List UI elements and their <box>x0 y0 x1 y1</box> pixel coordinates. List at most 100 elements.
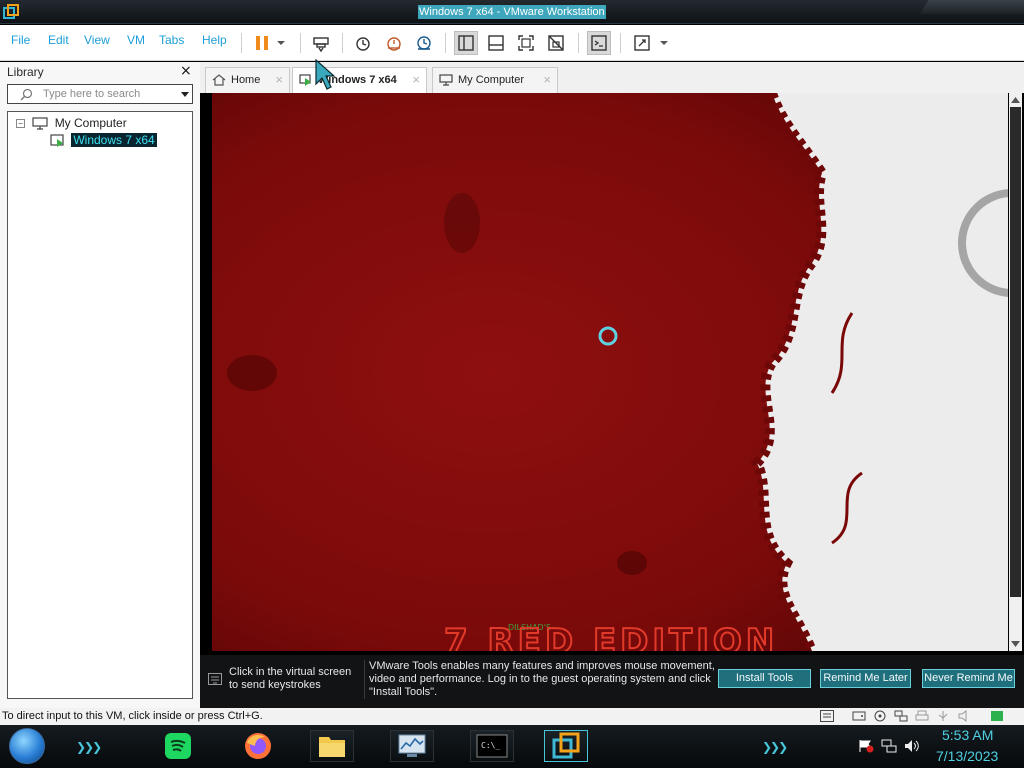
toolbar: File Edit View VM Tabs Help <box>0 25 1024 61</box>
toolbar-separator <box>342 33 343 53</box>
library-search-input[interactable]: Type here to search <box>7 84 193 104</box>
toolbar-separator <box>241 33 242 53</box>
search-placeholder: Type here to search <box>43 88 141 100</box>
status-bar: To direct input to this VM, click inside… <box>0 708 1024 725</box>
remind-me-later-button[interactable]: Remind Me Later <box>820 669 911 688</box>
console-view-button[interactable] <box>587 31 611 55</box>
scrollbar-thumb[interactable] <box>1010 107 1021 597</box>
install-tools-button[interactable]: Install Tools <box>718 669 811 688</box>
network-adapter-icon[interactable] <box>894 710 908 722</box>
toolbar-separator <box>578 33 579 53</box>
vm-running-icon <box>299 74 311 86</box>
message-log-icon[interactable] <box>990 710 1004 722</box>
tab-my-computer[interactable]: My Computer × <box>432 67 558 93</box>
toolbar-separator <box>445 33 446 53</box>
vmware-workstation-icon <box>552 732 580 759</box>
tree-label: Windows 7 x64 <box>71 133 157 147</box>
power-dropdown-button[interactable] <box>272 31 290 55</box>
taskbar-app-file-explorer[interactable] <box>310 730 354 762</box>
tab-windows-7-x64[interactable]: Windows 7 x64 × <box>292 67 427 93</box>
mouse-cursor-icon <box>315 59 336 90</box>
tab-label: My Computer <box>458 74 525 86</box>
toolbar-separator <box>620 33 621 53</box>
library-close-button[interactable]: × <box>180 63 192 79</box>
window-controls[interactable] <box>920 0 1024 14</box>
library-tree: − My Computer Windows 7 x64 <box>7 111 193 699</box>
tab-label: Home <box>231 74 261 86</box>
send-ctrl-alt-del-button[interactable] <box>309 31 333 55</box>
taskbar-decoration: ❯❯❯ <box>76 740 102 754</box>
hard-disk-icon[interactable] <box>852 710 866 722</box>
toolbar-separator <box>300 33 301 53</box>
menu-view[interactable]: View <box>84 33 110 47</box>
start-button[interactable] <box>9 728 45 764</box>
vm-vertical-scrollbar[interactable] <box>1009 93 1022 651</box>
full-screen-button[interactable] <box>514 31 538 55</box>
vm-guest-screen[interactable]: DILSHAD'S 7 RED EDITION <box>212 93 1008 651</box>
menu-edit[interactable]: Edit <box>48 33 69 47</box>
taskbar-decoration: ❯❯❯ <box>762 740 788 754</box>
snapshot-manager-button[interactable] <box>412 31 436 55</box>
chevron-down-icon <box>277 41 285 45</box>
clock-date[interactable]: 7/13/2023 <box>936 748 998 764</box>
tree-node-windows-7-x64[interactable]: Windows 7 x64 <box>50 133 157 148</box>
taskbar-app-vmware-workstation[interactable] <box>544 730 588 762</box>
snapshot-icon <box>356 37 370 51</box>
collapse-toggle-icon[interactable]: − <box>16 119 25 129</box>
usb-icon[interactable] <box>936 710 950 722</box>
stretch-guest-button[interactable] <box>630 31 654 55</box>
menu-vm[interactable]: VM <box>127 33 145 47</box>
vmware-app-icon[interactable] <box>3 4 19 20</box>
cd-dvd-icon[interactable] <box>873 710 887 722</box>
take-snapshot-button[interactable] <box>351 31 375 55</box>
menu-file[interactable]: File <box>11 33 30 47</box>
scroll-down-icon[interactable] <box>1011 641 1020 648</box>
guest-logo: 7 RED EDITION <box>444 622 778 651</box>
unity-icon <box>548 35 564 51</box>
library-view-icon <box>458 35 474 51</box>
library-toggle-button[interactable] <box>454 31 478 55</box>
printer-icon[interactable] <box>915 710 929 722</box>
never-remind-me-button[interactable]: Never Remind Me <box>922 669 1015 688</box>
firefox-icon <box>245 733 271 759</box>
tree-label: My Computer <box>54 116 127 130</box>
taskbar-app-firefox[interactable] <box>236 730 280 762</box>
volume-icon[interactable] <box>904 739 920 753</box>
network-icon[interactable] <box>881 739 897 753</box>
stretch-dropdown-button[interactable] <box>655 31 673 55</box>
window-title: Windows 7 x64 - VMware Workstation <box>418 5 606 19</box>
tools-message: VMware Tools enables many features and i… <box>364 660 716 699</box>
command-prompt-icon: C:\_ <box>476 734 508 758</box>
thumbnail-bar-button[interactable] <box>484 31 508 55</box>
menu-tabs[interactable]: Tabs <box>159 33 184 47</box>
tab-close-icon[interactable]: × <box>275 72 283 87</box>
revert-snapshot-button[interactable] <box>382 31 406 55</box>
revert-snapshot-icon <box>387 37 401 51</box>
taskbar: ❯❯❯ C:\_ ❯❯❯ 5:53 AM 7/13/2023 <box>0 725 1024 768</box>
action-center-flag-icon[interactable] <box>858 739 874 753</box>
clock-time[interactable]: 5:53 AM <box>942 727 993 743</box>
status-text: To direct input to this VM, click inside… <box>2 710 263 722</box>
sound-card-icon[interactable] <box>957 710 971 722</box>
snapshot-manager-icon <box>417 36 431 50</box>
keyboard-icon[interactable] <box>820 710 834 722</box>
console-icon <box>591 35 607 51</box>
taskbar-app-resource-monitor[interactable] <box>390 730 434 762</box>
search-dropdown-icon[interactable] <box>181 92 189 97</box>
vmware-tools-notification-bar: Click in the virtual screen to send keys… <box>200 655 1024 708</box>
taskbar-app-spotify[interactable] <box>156 730 200 762</box>
library-title: Library <box>7 65 44 79</box>
tab-close-icon[interactable]: × <box>543 72 551 87</box>
taskbar-app-command-prompt[interactable]: C:\_ <box>470 730 514 762</box>
tab-home[interactable]: Home × <box>205 67 290 93</box>
tab-close-icon[interactable]: × <box>412 72 420 87</box>
screen: Windows 7 x64 - VMware Workstation File … <box>0 0 1024 768</box>
menu-help[interactable]: Help <box>202 33 227 47</box>
full-screen-icon <box>518 35 534 51</box>
unity-button[interactable] <box>544 31 568 55</box>
pause-button[interactable] <box>250 31 274 55</box>
scroll-up-icon[interactable] <box>1011 96 1020 103</box>
tree-node-my-computer[interactable]: − My Computer <box>16 116 127 130</box>
title-bar[interactable]: Windows 7 x64 - VMware Workstation <box>0 0 1024 24</box>
vm-running-icon <box>50 134 64 147</box>
